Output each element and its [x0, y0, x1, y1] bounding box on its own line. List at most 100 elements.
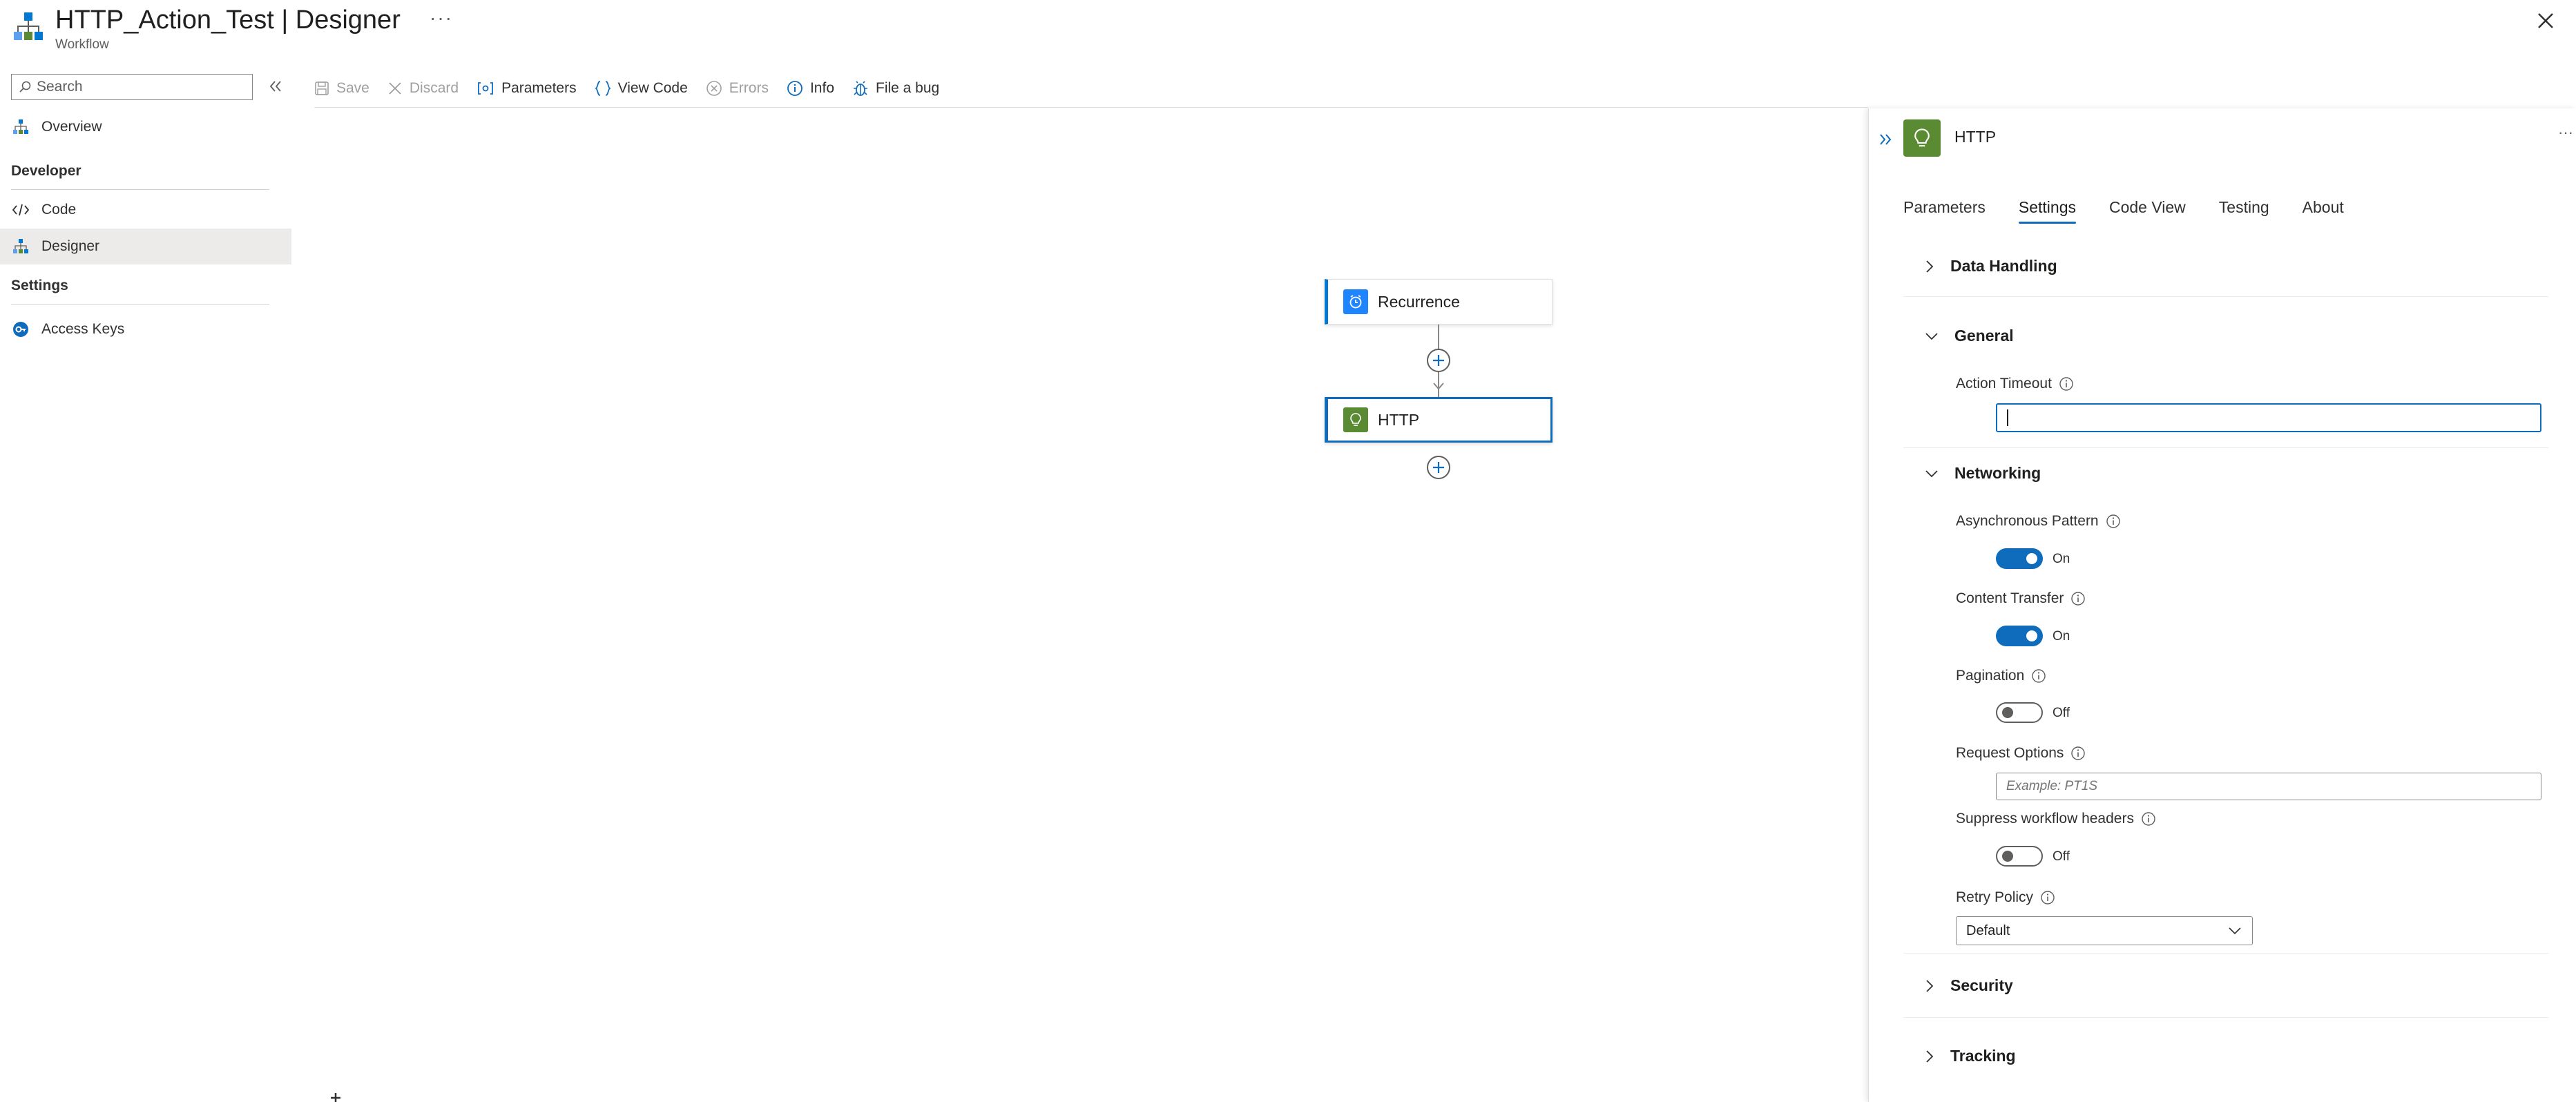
info-icon[interactable] [2031, 668, 2046, 684]
recurrence-node[interactable]: Recurrence [1325, 279, 1553, 325]
async-pattern-state: On [2053, 552, 2070, 566]
field-label: Retry Policy [1956, 889, 2034, 905]
discard-button[interactable]: Discard [387, 80, 459, 97]
left-navigation: Search Overview Developer Code Designer … [0, 69, 297, 1102]
double-chevron-right-icon[interactable] [1876, 129, 1896, 150]
field-label: Suppress workflow headers [1956, 811, 2134, 826]
info-icon[interactable] [2070, 746, 2086, 761]
info-icon[interactable] [2106, 514, 2121, 529]
action-timeout-input[interactable] [1996, 403, 2541, 432]
zoom-in-icon[interactable] [323, 1089, 348, 1102]
nav-item-label: Overview [41, 119, 102, 135]
content-transfer-label: Content Transfer [1956, 590, 2086, 607]
nav-item-overview[interactable]: Overview [0, 109, 291, 145]
parameters-label: Parameters [501, 79, 577, 96]
info-icon[interactable] [2059, 376, 2074, 392]
request-options-label: Request Options [1956, 745, 2086, 762]
tab-settings[interactable]: Settings [2018, 198, 2077, 224]
http-bulb-icon [1343, 407, 1368, 432]
info-icon[interactable] [2040, 890, 2055, 905]
tab-testing[interactable]: Testing [2219, 198, 2269, 224]
node-label: Recurrence [1378, 292, 1460, 311]
section-label: General [1954, 327, 2014, 345]
nav-item-label: Code [41, 202, 77, 218]
section-networking[interactable]: Networking [1924, 464, 2041, 483]
designer-icon [11, 237, 30, 256]
errors-button[interactable]: Errors [706, 80, 769, 97]
text-caret [2007, 409, 2008, 426]
save-icon [315, 81, 329, 95]
info-icon[interactable] [2070, 591, 2086, 606]
plus-icon [1433, 462, 1444, 473]
suppress-headers-state: Off [2053, 849, 2070, 864]
search-icon [19, 81, 31, 93]
nav-item-designer[interactable]: Designer [0, 229, 291, 264]
section-label: Data Handling [1950, 257, 2057, 275]
nav-item-label: Designer [41, 238, 100, 254]
chevron-down-icon [1925, 470, 1938, 477]
section-security[interactable]: Security [1924, 976, 2013, 995]
plus-icon [1433, 355, 1444, 366]
braces-icon [594, 80, 611, 96]
pagination-toggle[interactable] [1996, 702, 2043, 723]
code-icon [11, 200, 30, 220]
async-pattern-toggle[interactable] [1996, 548, 2043, 569]
nav-group-developer: Developer [11, 163, 269, 190]
toggle-knob [2026, 553, 2037, 564]
view-code-label: View Code [617, 79, 688, 96]
discard-icon [389, 81, 401, 95]
more-options-button[interactable]: ··· [430, 7, 453, 29]
nav-group-settings: Settings [11, 278, 269, 304]
nav-item-access-keys[interactable]: Access Keys [0, 311, 291, 347]
collapse-nav-icon[interactable] [265, 76, 286, 97]
content-transfer-toggle[interactable] [1996, 626, 2043, 646]
view-code-button[interactable]: View Code [594, 79, 688, 97]
section-divider [1903, 296, 2548, 297]
section-divider [1903, 1017, 2548, 1018]
page-title: HTTP_Action_Test | Designer [55, 6, 401, 35]
action-settings-panel: HTTP ··· Parameters Settings Code View T… [1868, 108, 2576, 1102]
nav-item-label: Access Keys [41, 321, 125, 337]
insert-step-button[interactable] [1427, 349, 1450, 372]
save-button[interactable]: Save [314, 80, 369, 97]
field-label: Asynchronous Pattern [1956, 513, 2099, 529]
add-step-button[interactable] [1427, 456, 1450, 479]
info-icon[interactable] [2141, 811, 2156, 826]
tab-about[interactable]: About [2303, 198, 2344, 224]
search-placeholder: Search [37, 79, 83, 95]
content-transfer-state: On [2053, 629, 2070, 644]
section-divider [1903, 953, 2548, 954]
panel-title: HTTP [1954, 128, 1997, 146]
toggle-knob [2002, 851, 2013, 862]
tab-parameters[interactable]: Parameters [1903, 198, 1986, 224]
retry-policy-dropdown[interactable]: Default [1956, 916, 2253, 945]
retry-policy-label: Retry Policy [1956, 889, 2055, 906]
app-header: HTTP_Action_Test | Designer ··· Workflow [0, 0, 2576, 69]
http-bulb-icon [1903, 119, 1941, 157]
section-tracking[interactable]: Tracking [1924, 1047, 2016, 1065]
search-input[interactable]: Search [11, 74, 253, 100]
suppress-headers-toggle[interactable] [1996, 846, 2043, 867]
discard-label: Discard [409, 79, 459, 96]
chevron-down-icon [2229, 927, 2241, 935]
request-options-input[interactable] [1996, 773, 2541, 800]
file-bug-button[interactable]: File a bug [852, 80, 939, 97]
field-label: Pagination [1956, 668, 2025, 684]
chevron-right-icon [1926, 260, 1934, 273]
key-icon [11, 320, 30, 339]
pagination-label: Pagination [1956, 668, 2046, 684]
tab-code-view[interactable]: Code View [2109, 198, 2186, 224]
errors-label: Errors [729, 79, 769, 96]
save-label: Save [336, 79, 369, 96]
http-node[interactable]: HTTP [1325, 397, 1553, 443]
section-data-handling[interactable]: Data Handling [1924, 257, 2057, 276]
info-button[interactable]: Info [787, 80, 834, 97]
field-label: Content Transfer [1956, 590, 2064, 606]
section-general[interactable]: General [1924, 327, 2014, 345]
panel-more-button[interactable]: ··· [2558, 124, 2573, 142]
designer-canvas[interactable]: Recurrence HTTP [314, 108, 1868, 1102]
parameters-button[interactable]: Parameters [477, 80, 577, 97]
close-icon[interactable] [2532, 7, 2559, 35]
async-pattern-label: Asynchronous Pattern [1956, 513, 2121, 530]
nav-item-code[interactable]: Code [0, 192, 291, 228]
